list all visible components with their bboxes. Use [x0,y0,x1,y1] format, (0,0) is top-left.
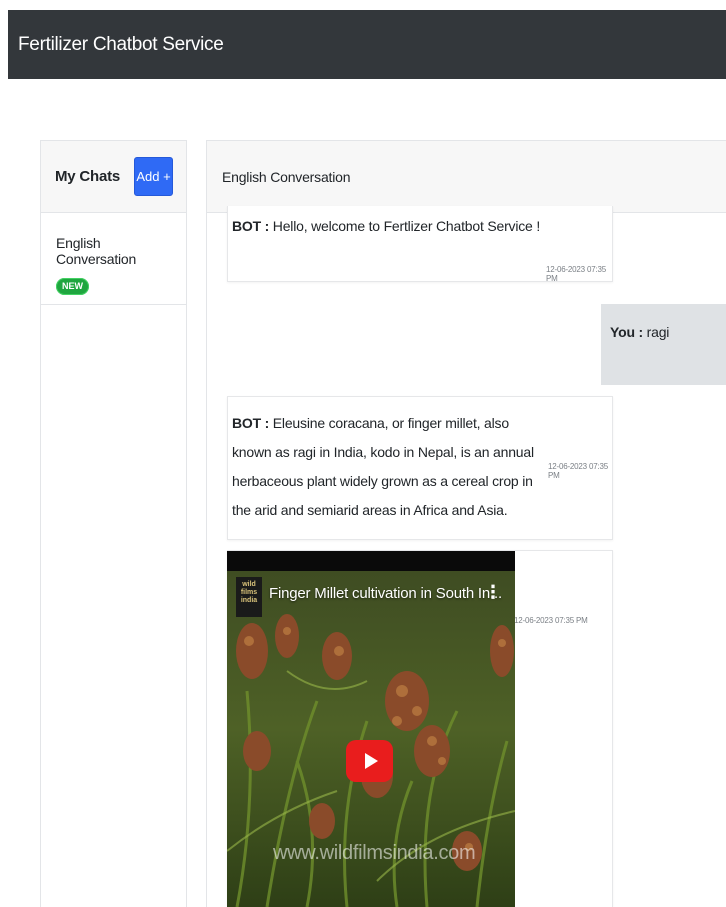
conversation-header: English Conversation [207,141,726,213]
app-title[interactable]: Fertilizer Chatbot Service [8,34,224,56]
more-vert-icon[interactable]: ⋮ [484,583,502,601]
video-watermark: www.wildfilmsindia.com [273,842,476,864]
play-icon[interactable] [346,740,393,782]
new-badge: NEW [56,278,89,295]
message-text: Hello, welcome to Fertlizer Chatbot Serv… [269,218,541,234]
message-timestamp: 12-06-2023 07:35 PM [546,265,606,283]
message-text: ragi [642,324,670,340]
message-text: Eleusine coracana, or finger millet, als… [232,415,534,518]
sidebar-header: My Chats Add + [41,141,186,213]
message-speaker: You : [610,324,643,340]
user-message: You : ragi [601,304,726,385]
chat-item-label: English Conversation [56,235,137,267]
message-timestamp: 12-06-2023 07:35 PM [548,462,608,480]
chat-item-english-conversation[interactable]: English Conversation NEW [41,213,186,305]
message-speaker: BOT : [232,218,270,234]
video-top-bar [227,551,515,571]
message-speaker: BOT : [232,415,270,431]
bot-message: BOT : Hello, welcome to Fertlizer Chatbo… [227,206,613,283]
play-triangle [364,753,378,769]
video-title[interactable]: Finger Millet cultivation in South In... [269,585,502,602]
channel-logo[interactable]: wild films india [236,577,262,617]
conversation-title: English Conversation [222,168,351,185]
video-embed[interactable]: wild films india Finger Millet cultivati… [227,551,515,907]
message-timestamp: 12-06-2023 07:35 PM [514,616,588,625]
bot-message: BOT : Eleusine coracana, or finger mille… [227,396,613,540]
add-chat-button[interactable]: Add + [134,157,173,196]
chats-sidebar: My Chats Add + English Conversation NEW [40,140,187,907]
top-navbar: Fertilizer Chatbot Service [8,10,726,79]
sidebar-title: My Chats [55,168,121,185]
